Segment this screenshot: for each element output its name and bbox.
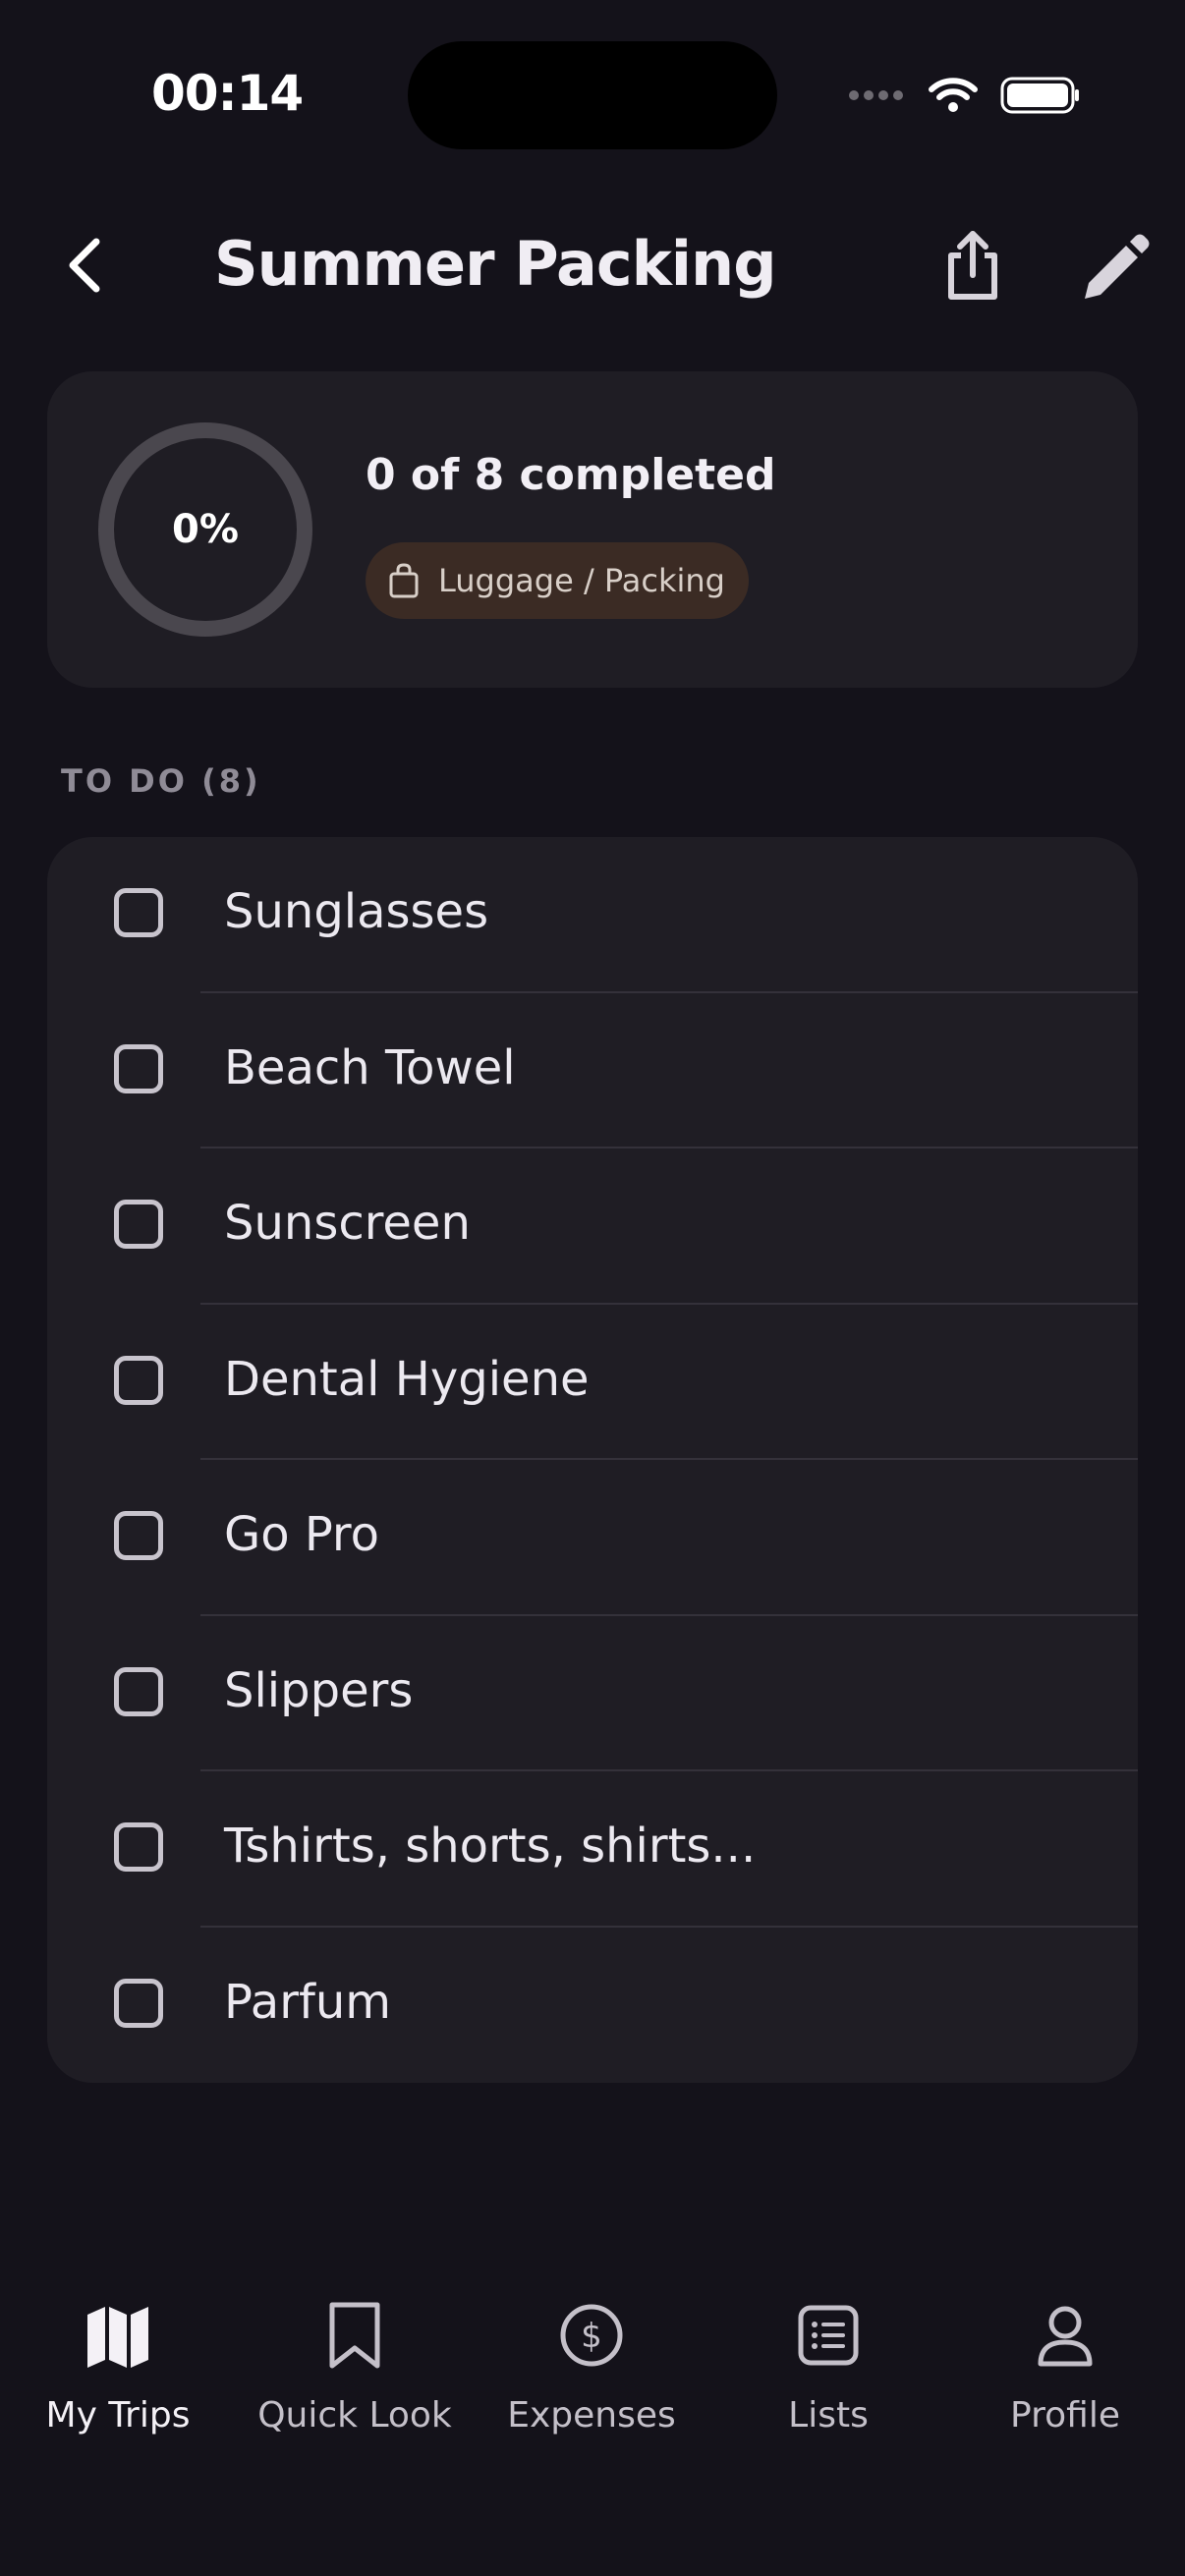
checklist-item[interactable]: Slippers — [47, 1616, 1138, 1771]
page-title: Summer Packing — [214, 228, 777, 300]
item-label: Dental Hygiene — [224, 1351, 590, 1407]
dynamic-island — [408, 41, 777, 149]
checkbox[interactable] — [114, 1666, 163, 1716]
progress-percent: 0% — [172, 507, 239, 552]
checklist-item[interactable]: Sunglasses — [47, 837, 1138, 993]
item-label: Tshirts, shorts, shirts... — [224, 1819, 757, 1874]
tab-label: Profile — [1010, 2395, 1120, 2436]
item-label: Sunglasses — [224, 884, 489, 939]
tab-lists[interactable]: Lists — [710, 2301, 946, 2436]
status-bar: 00:14 — [0, 0, 1185, 187]
shopping-bag-icon — [389, 563, 419, 598]
tab-expenses[interactable]: $ Expenses — [474, 2301, 709, 2436]
item-label: Go Pro — [224, 1507, 379, 1562]
map-icon — [87, 2307, 148, 2368]
list-icon — [798, 2305, 859, 2366]
completed-count: 0 of 8 completed — [366, 450, 776, 500]
tab-quick-look[interactable]: Quick Look — [237, 2301, 473, 2436]
pencil-icon[interactable] — [1075, 226, 1154, 305]
checkbox[interactable] — [114, 1355, 163, 1405]
category-badge: Luggage / Packing — [366, 542, 749, 619]
status-icons — [847, 71, 1081, 120]
checkbox[interactable] — [114, 1822, 163, 1872]
tab-label: Quick Look — [257, 2395, 452, 2436]
todo-list: Sunglasses Beach Towel Sunscreen Dental Hyg… — [47, 837, 1138, 2083]
item-label: Sunscreen — [224, 1196, 471, 1251]
person-icon — [1038, 2306, 1093, 2367]
checkbox[interactable] — [114, 1511, 163, 1560]
category-label: Luggage / Packing — [438, 562, 725, 599]
checklist-item[interactable]: Dental Hygiene — [47, 1305, 1138, 1460]
checklist-item[interactable]: Parfum — [47, 1928, 1138, 2084]
item-label: Beach Towel — [224, 1039, 516, 1095]
item-label: Slippers — [224, 1662, 414, 1718]
svg-text:$: $ — [581, 2317, 602, 2356]
checkbox[interactable] — [114, 1978, 163, 2028]
share-icon[interactable] — [933, 226, 1012, 305]
bookmark-icon — [329, 2302, 380, 2369]
tab-label: Expenses — [507, 2395, 676, 2436]
checklist-item[interactable]: Sunscreen — [47, 1148, 1138, 1305]
back-chevron-icon[interactable] — [51, 226, 130, 305]
checklist-item[interactable]: Tshirts, shorts, shirts... — [47, 1771, 1138, 1928]
nav-header: Summer Packing — [0, 187, 1185, 344]
status-time: 00:14 — [151, 65, 304, 122]
progress-summary-card: 0% 0 of 8 completed Luggage / Packing — [47, 371, 1138, 688]
checkbox[interactable] — [114, 1200, 163, 1249]
tab-label: My Trips — [45, 2395, 191, 2436]
battery-icon — [1000, 77, 1079, 114]
tab-label: Lists — [788, 2395, 869, 2436]
tab-bar: My Trips Quick Look $ Expenses Lists Pro… — [0, 2260, 1185, 2576]
tab-my-trips[interactable]: My Trips — [0, 2301, 236, 2436]
item-label: Parfum — [224, 1974, 392, 2030]
checklist-item[interactable]: Go Pro — [47, 1460, 1138, 1616]
checklist-item[interactable]: Beach Towel — [47, 993, 1138, 1148]
dollar-circle-icon: $ — [560, 2304, 623, 2367]
cellular-signal-icon — [849, 90, 903, 100]
checkbox[interactable] — [114, 888, 163, 937]
section-header-todo: TO DO (8) — [61, 762, 261, 800]
checkbox[interactable] — [114, 1043, 163, 1093]
wifi-icon — [929, 78, 978, 112]
tab-profile[interactable]: Profile — [947, 2301, 1183, 2436]
